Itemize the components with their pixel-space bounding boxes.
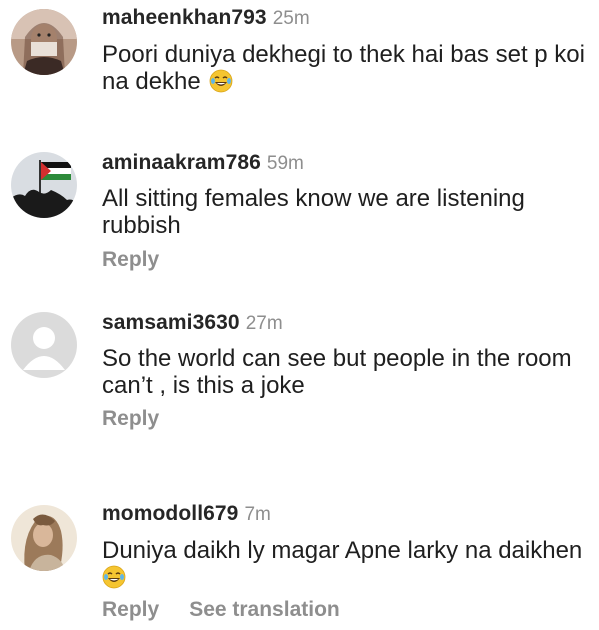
comment-body: So the world can see but people in the r… bbox=[102, 345, 572, 399]
comment-timestamp: 59m bbox=[266, 153, 304, 174]
comment-text: All sitting females know we are listenin… bbox=[102, 185, 587, 239]
comment-item: maheenkhan793 25m Poori duniya dekhegi to… bbox=[0, 0, 599, 140]
user-avatar-photo-icon bbox=[11, 505, 77, 571]
avatar[interactable] bbox=[11, 505, 77, 571]
comment-item: aminaakram786 59m All sitting females kno… bbox=[0, 140, 599, 300]
comment-meta: momodoll679 7m bbox=[102, 501, 271, 527]
default-avatar-icon bbox=[11, 312, 77, 378]
avatar[interactable] bbox=[11, 312, 77, 378]
see-translation-button[interactable]: See translation bbox=[189, 598, 340, 621]
laughing-tears-emoji-icon bbox=[102, 565, 126, 589]
comment-body: Duniya daikh ly magar Apne larky na daik… bbox=[102, 537, 583, 564]
comment-actions: Reply bbox=[102, 247, 189, 273]
comment-body: Poori duniya dekhegi to thek hai bas set… bbox=[102, 41, 585, 95]
comment-item: samsami3630 27m So the world can see but … bbox=[0, 300, 599, 490]
comment-username[interactable]: aminaakram786 bbox=[102, 151, 261, 174]
comment-timestamp: 7m bbox=[244, 504, 271, 525]
avatar[interactable] bbox=[11, 152, 77, 218]
user-avatar-flag-icon bbox=[11, 152, 77, 218]
comment-meta: maheenkhan793 25m bbox=[102, 5, 310, 31]
comment-username[interactable]: maheenkhan793 bbox=[102, 6, 267, 29]
laughing-tears-emoji-icon bbox=[209, 69, 233, 93]
user-avatar-photo-icon bbox=[11, 9, 77, 75]
comment-actions: Reply See translation bbox=[102, 597, 370, 623]
comment-username[interactable]: momodoll679 bbox=[102, 502, 238, 525]
comment-text: Duniya daikh ly magar Apne larky na daik… bbox=[102, 537, 587, 591]
comment-actions: Reply bbox=[102, 406, 189, 432]
avatar[interactable] bbox=[11, 9, 77, 75]
comment-username[interactable]: samsami3630 bbox=[102, 311, 240, 334]
comment-meta: samsami3630 27m bbox=[102, 310, 283, 336]
comment-text: Poori duniya dekhegi to thek hai bas set… bbox=[102, 41, 587, 95]
comment-item: momodoll679 7m Duniya daikh ly magar Apne… bbox=[0, 490, 599, 630]
reply-button[interactable]: Reply bbox=[102, 598, 159, 621]
comment-body: All sitting females know we are listenin… bbox=[102, 185, 525, 239]
comment-timestamp: 27m bbox=[245, 313, 283, 334]
comment-meta: aminaakram786 59m bbox=[102, 150, 304, 176]
reply-button[interactable]: Reply bbox=[102, 407, 159, 430]
comment-text: So the world can see but people in the r… bbox=[102, 345, 587, 399]
comment-timestamp: 25m bbox=[272, 8, 310, 29]
reply-button[interactable]: Reply bbox=[102, 248, 159, 271]
